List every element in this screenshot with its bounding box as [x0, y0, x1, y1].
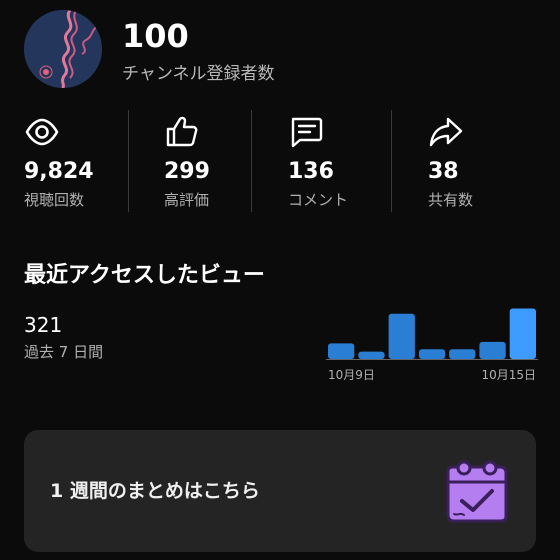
- comment-icon: [291, 117, 323, 148]
- recent-views-count: 321: [24, 313, 63, 337]
- weekly-summary-card[interactable]: 1 週間のまとめはこちら: [24, 430, 536, 552]
- chart-bar: [509, 308, 536, 359]
- views-bar-chart-svg: 10月9日 10月15日: [326, 308, 538, 382]
- chart-bar: [418, 349, 446, 359]
- stat-comments-label: コメント: [288, 191, 349, 209]
- avatar-image: [24, 10, 102, 88]
- stat-views-label: 視聴回数: [24, 191, 85, 209]
- channel-avatar[interactable]: [24, 10, 102, 88]
- chart-bar: [479, 341, 506, 359]
- stat-divider: [251, 110, 252, 212]
- recent-views-title: 最近アクセスしたビュー: [24, 263, 265, 288]
- chart-bar: [358, 351, 385, 359]
- stat-likes-value: 299: [164, 159, 210, 184]
- stat-likes-label: 高評価: [164, 191, 210, 209]
- thumbs-up-icon: [166, 116, 198, 147]
- views-bar-chart[interactable]: 10月9日 10月15日: [326, 305, 538, 385]
- chart-tick-label: 10月15日: [481, 368, 536, 382]
- stat-comments-value: 136: [288, 159, 334, 184]
- weekly-summary-label: 1 週間のまとめはこちら: [50, 480, 260, 502]
- subscriber-label: チャンネル登録者数: [122, 64, 275, 84]
- stat-divider: [391, 110, 392, 212]
- stat-divider: [128, 110, 129, 212]
- chart-bar: [328, 343, 355, 359]
- recent-views-period: 過去 7 日間: [24, 343, 104, 361]
- eye-icon: [25, 118, 59, 146]
- stat-shares-label: 共有数: [428, 191, 474, 209]
- calendar-check-icon: [446, 460, 508, 523]
- chart-bar: [449, 349, 476, 359]
- stat-views-value: 9,824: [24, 159, 94, 184]
- chart-bar: [388, 313, 415, 359]
- stat-shares-value: 38: [428, 159, 459, 184]
- chart-tick-label: 10月9日: [328, 368, 375, 382]
- subscriber-count: 100: [122, 17, 189, 55]
- share-icon: [429, 117, 463, 147]
